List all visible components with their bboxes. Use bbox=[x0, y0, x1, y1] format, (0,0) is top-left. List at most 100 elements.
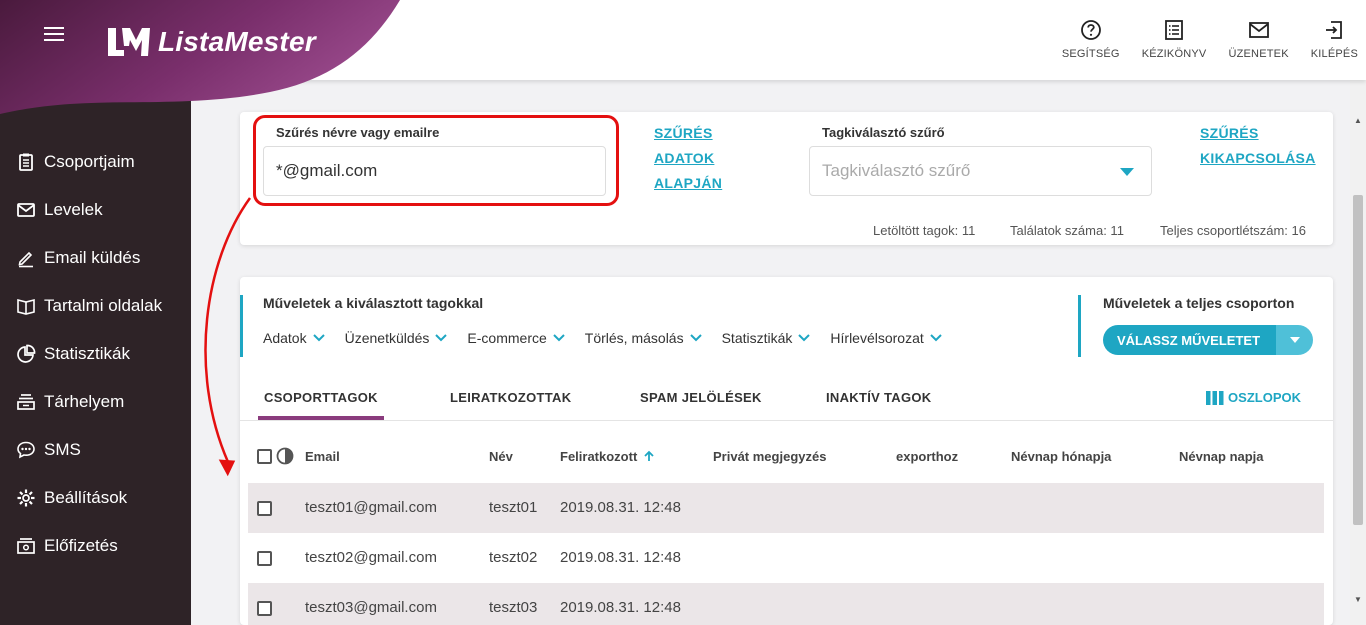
filter-by-data-link-line: SZŰRÉS bbox=[654, 125, 713, 141]
group-operations: Műveletek a teljes csoporton VÁLASSZ MŰV… bbox=[1078, 295, 1313, 357]
tab-spam-jelolesek[interactable]: SPAM JELÖLÉSEK bbox=[640, 374, 762, 420]
menu-label: E-commerce bbox=[467, 330, 547, 346]
sidebar-item-csoportjaim[interactable]: Csoportjaim bbox=[0, 138, 191, 186]
menu-label: Üzenetküldés bbox=[344, 330, 430, 346]
chevron-down-icon bbox=[930, 334, 942, 342]
results-count: Találatok száma: 11 bbox=[1010, 223, 1124, 238]
pen-icon bbox=[16, 248, 36, 268]
column-privat-megjegyzes[interactable]: Privát megjegyzés bbox=[713, 449, 826, 464]
column-exporthoz[interactable]: exporthoz bbox=[896, 449, 958, 464]
chevron-down-icon bbox=[312, 334, 325, 342]
invert-selection-icon[interactable] bbox=[276, 447, 294, 465]
subscription-icon bbox=[16, 536, 36, 556]
choose-operation-button[interactable]: VÁLASSZ MŰVELETET bbox=[1103, 325, 1276, 355]
sort-up-icon bbox=[644, 450, 654, 461]
member-filter-select[interactable]: Tagkiválasztó szűrő bbox=[809, 146, 1152, 196]
sidebar-item-tarhelyem[interactable]: Tárhelyem bbox=[0, 378, 191, 426]
row-subscribed: 2019.08.31. 12:48 bbox=[560, 499, 681, 516]
menu-adatok[interactable]: Adatok bbox=[263, 330, 325, 346]
row-checkbox[interactable] bbox=[257, 551, 272, 566]
members-panel: Műveletek a kiválasztott tagokkal Adatok… bbox=[240, 277, 1333, 625]
loaded-members-count: Letöltött tagok: 11 bbox=[873, 223, 976, 238]
sidebar-item-statisztikak[interactable]: Statisztikák bbox=[0, 330, 191, 378]
member-tabs: CSOPORTTAGOK LEIRATKOZOTTAK SPAM JELÖLÉS… bbox=[240, 374, 1333, 421]
help-icon bbox=[1080, 20, 1101, 40]
tab-csoporttagok[interactable]: CSOPORTTAGOK bbox=[258, 374, 384, 420]
menu-hirlevelsorozat[interactable]: Hírlevélsorozat bbox=[830, 330, 942, 346]
tab-leiratkozottak[interactable]: LEIRATKOZOTTAK bbox=[450, 374, 571, 420]
menu-label: Törlés, másolás bbox=[584, 330, 684, 346]
messages-button[interactable]: ÜZENETEK bbox=[1228, 18, 1289, 60]
menu-statisztikak[interactable]: Statisztikák bbox=[722, 330, 811, 346]
gear-icon bbox=[16, 488, 36, 508]
disable-filter-link-line: KIKAPCSOLÁSA bbox=[1200, 150, 1316, 166]
scroll-thumb[interactable] bbox=[1353, 195, 1363, 525]
select-all-checkbox[interactable] bbox=[257, 449, 272, 464]
logout-label: KILÉPÉS bbox=[1310, 48, 1358, 60]
group-operations-title: Műveletek a teljes csoporton bbox=[1103, 295, 1295, 311]
manual-button[interactable]: KÉZIKÖNYV bbox=[1142, 18, 1207, 60]
choose-operation-dropdown[interactable] bbox=[1276, 325, 1313, 355]
pie-chart-icon bbox=[16, 344, 36, 364]
row-email: teszt02@gmail.com bbox=[305, 549, 437, 566]
columns-button[interactable]: OSZLOPOK bbox=[1206, 390, 1301, 405]
sidebar-item-label: Statisztikák bbox=[44, 344, 130, 363]
row-email: teszt03@gmail.com bbox=[305, 599, 437, 616]
chevron-down-icon bbox=[689, 334, 702, 342]
row-checkbox[interactable] bbox=[257, 601, 272, 616]
logo[interactable]: ListaMester bbox=[104, 24, 316, 60]
column-nevnap-honapja[interactable]: Névnap hónapja bbox=[1011, 449, 1111, 464]
sidebar-item-elofizetes[interactable]: Előfizetés bbox=[0, 522, 191, 570]
chevron-down-icon bbox=[553, 334, 565, 342]
menu-label: Statisztikák bbox=[721, 330, 793, 346]
name-email-filter-input[interactable]: *@gmail.com bbox=[263, 146, 606, 196]
brand-name: ListaMester bbox=[158, 26, 316, 57]
caret-down-icon bbox=[1120, 168, 1134, 176]
name-email-filter-label: Szűrés névre vagy emailre bbox=[276, 125, 440, 140]
chevron-down-icon bbox=[798, 334, 811, 342]
table-row[interactable]: teszt02@gmail.com teszt02 2019.08.31. 12… bbox=[248, 533, 1324, 583]
column-nev[interactable]: Név bbox=[489, 449, 513, 464]
sidebar-item-beallitasok[interactable]: Beállítások bbox=[0, 474, 191, 522]
column-nevnap-napja[interactable]: Névnap napja bbox=[1179, 449, 1264, 464]
menu-uzenetkuldes[interactable]: Üzenetküldés bbox=[345, 330, 448, 346]
disable-filter-link-line: SZŰRÉS bbox=[1200, 125, 1259, 141]
tab-inaktiv-tagok[interactable]: INAKTÍV TAGOK bbox=[826, 374, 932, 420]
sidebar-item-label: SMS bbox=[44, 440, 81, 459]
row-checkbox[interactable] bbox=[257, 501, 272, 516]
row-name: teszt02 bbox=[489, 549, 538, 566]
row-name: teszt03 bbox=[489, 599, 538, 616]
scroll-up-icon[interactable]: ▲ bbox=[1354, 116, 1362, 125]
logo-mark-icon bbox=[108, 28, 150, 56]
row-subscribed: 2019.08.31. 12:48 bbox=[560, 599, 681, 616]
disable-filter-link[interactable]: SZŰRÉS KIKAPCSOLÁSA bbox=[1200, 121, 1316, 171]
scroll-down-icon[interactable]: ▼ bbox=[1354, 595, 1362, 604]
manual-label: KÉZIKÖNYV bbox=[1141, 48, 1207, 60]
page-scrollbar[interactable]: ▲ ▼ bbox=[1350, 80, 1366, 625]
sidebar-item-label: Levelek bbox=[44, 200, 103, 219]
logout-button[interactable]: KILÉPÉS bbox=[1311, 18, 1358, 60]
help-button[interactable]: SEGÍTSÉG bbox=[1062, 18, 1120, 60]
menu-torles-masolas[interactable]: Törlés, másolás bbox=[585, 330, 702, 346]
sidebar-item-label: Tárhelyem bbox=[44, 392, 125, 411]
sidebar-item-label: Tartalmi oldalak bbox=[44, 296, 163, 315]
chevron-down-icon bbox=[435, 334, 448, 342]
row-subscribed: 2019.08.31. 12:48 bbox=[560, 549, 681, 566]
sidebar-item-label: Email küldés bbox=[44, 248, 141, 267]
sidebar-item-email-kuldes[interactable]: Email küldés bbox=[0, 234, 191, 282]
manual-icon bbox=[1165, 20, 1183, 40]
selected-operations-title: Műveletek a kiválasztott tagokkal bbox=[263, 295, 484, 311]
filter-by-data-link[interactable]: SZŰRÉS ADATOK ALAPJÁN bbox=[654, 121, 722, 196]
table-row[interactable]: teszt03@gmail.com teszt03 2019.08.31. 12… bbox=[248, 583, 1324, 625]
column-email[interactable]: Email bbox=[305, 449, 340, 464]
sidebar-item-sms[interactable]: SMS bbox=[0, 426, 191, 474]
sidebar-item-tartalmi-oldalak[interactable]: Tartalmi oldalak bbox=[0, 282, 191, 330]
menu-ecommerce[interactable]: E-commerce bbox=[467, 330, 565, 346]
clipboard-icon bbox=[16, 152, 36, 172]
sidebar-item-label: Előfizetés bbox=[44, 536, 118, 555]
row-name: teszt01 bbox=[489, 499, 538, 516]
column-feliratkozott[interactable]: Feliratkozott bbox=[560, 449, 655, 464]
table-row[interactable]: teszt01@gmail.com teszt01 2019.08.31. 12… bbox=[248, 483, 1324, 533]
sidebar-item-levelek[interactable]: Levelek bbox=[0, 186, 191, 234]
menu-toggle-button[interactable] bbox=[44, 27, 64, 43]
